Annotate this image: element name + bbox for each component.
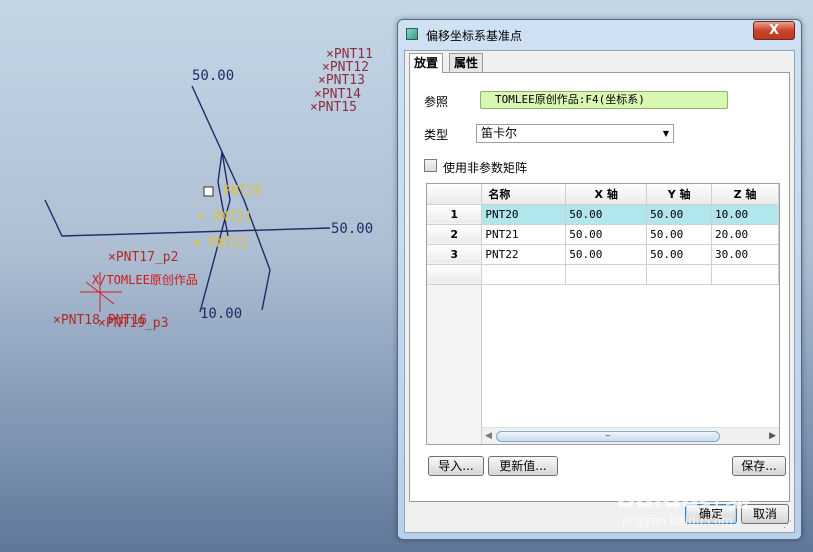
row-index-empty[interactable] [427, 264, 483, 285]
dimension-label[interactable]: 10.00 [200, 307, 242, 321]
table-header-row: 名称 X 轴 Y 轴 Z 轴 [427, 184, 779, 205]
annotation-label: X/TOMLEE原创作品 [92, 273, 198, 287]
datum-point-label[interactable]: ×PNT13 [318, 74, 365, 87]
scroll-right-icon[interactable]: ▶ [769, 431, 776, 441]
dimension-label[interactable]: 50.00 [192, 69, 234, 83]
dialog-title: 偏移坐标系基准点 [426, 29, 523, 43]
chevron-down-icon: ▼ [662, 129, 669, 138]
row-header-filler [427, 285, 482, 444]
offset-csys-datum-point-dialog: 偏移坐标系基准点 X 放置 属性 参照 TOMLEE原创作品:F4(坐标系) 类… [397, 19, 802, 540]
dialog-titlebar[interactable]: 偏移坐标系基准点 X [398, 20, 801, 48]
cell-x[interactable]: 50.00 [565, 224, 648, 245]
cell-empty[interactable] [481, 264, 567, 285]
type-label: 类型 [424, 128, 449, 142]
cell-x[interactable]: 50.00 [565, 244, 648, 265]
type-dropdown[interactable]: 笛卡尔 ▼ [476, 124, 674, 143]
scrollbar-thumb[interactable]: ┅ [496, 431, 720, 442]
cell-name[interactable]: PNT20 [481, 204, 567, 225]
cell-name[interactable]: PNT22 [481, 244, 567, 265]
cell-y[interactable]: 50.00 [646, 204, 713, 225]
cell-empty[interactable] [565, 264, 648, 285]
points-table: 名称 X 轴 Y 轴 Z 轴 1 PNT20 50.00 50.00 10.00 [426, 183, 780, 445]
cell-empty[interactable] [711, 264, 779, 285]
watermark-logo: Baidu经验 [616, 484, 752, 514]
nonparam-matrix-checkbox[interactable] [424, 159, 437, 172]
import-button[interactable]: 导入... [428, 456, 484, 476]
update-values-button[interactable]: 更新值... [488, 456, 558, 476]
resize-grip-icon[interactable]: ⋰ [783, 520, 792, 530]
cell-name[interactable]: PNT21 [481, 224, 567, 245]
horizontal-scrollbar[interactable]: ◀ ┅ ▶ [482, 427, 779, 444]
save-button[interactable]: 保存... [732, 456, 786, 476]
cell-z[interactable]: 10.00 [711, 204, 779, 225]
axis-line-left [44, 199, 331, 237]
cell-empty[interactable] [646, 264, 713, 285]
column-header-y[interactable]: Y 轴 [646, 184, 713, 205]
app-icon [406, 28, 418, 40]
corner-header [427, 184, 483, 205]
datum-point-label[interactable]: ×PNT17_p2 [108, 251, 178, 264]
column-header-z[interactable]: Z 轴 [711, 184, 779, 205]
dimension-label[interactable]: 50.00 [331, 222, 373, 236]
row-index[interactable]: 2 [427, 224, 483, 245]
cell-x[interactable]: 50.00 [565, 204, 648, 225]
table-row-empty[interactable] [427, 264, 779, 285]
row-index[interactable]: 3 [427, 244, 483, 265]
close-button[interactable]: X [753, 21, 795, 40]
datum-point-label[interactable]: × PNT22 [193, 237, 248, 250]
scroll-left-icon[interactable]: ◀ [485, 431, 492, 441]
table-row[interactable]: 2 PNT21 50.00 50.00 20.00 [427, 224, 779, 245]
datum-point-label[interactable]: ×PNT19_p3 [98, 317, 168, 330]
datum-point-label[interactable]: ×PNT15 [310, 101, 357, 114]
column-header-x[interactable]: X 轴 [565, 184, 648, 205]
cell-y[interactable]: 50.00 [646, 244, 713, 265]
datum-point-label[interactable]: × PNT21 [197, 211, 252, 224]
type-dropdown-value: 笛卡尔 [481, 126, 518, 140]
reference-label: 参照 [424, 95, 449, 109]
table-row[interactable]: 3 PNT22 50.00 50.00 30.00 [427, 244, 779, 265]
axis-line-right-drop [261, 269, 271, 311]
cell-z[interactable]: 30.00 [711, 244, 779, 265]
watermark-url: jingyan.baidu.com [622, 514, 733, 528]
cell-z[interactable]: 20.00 [711, 224, 779, 245]
tab-placement[interactable]: 放置 [409, 53, 444, 73]
table-row[interactable]: 1 PNT20 50.00 50.00 10.00 [427, 204, 779, 225]
selected-point-marker [203, 186, 214, 197]
tab-properties[interactable]: 属性 [449, 53, 484, 72]
cell-y[interactable]: 50.00 [646, 224, 713, 245]
reference-collector[interactable]: TOMLEE原创作品:F4(坐标系) [480, 91, 728, 109]
points-grid: 名称 X 轴 Y 轴 Z 轴 1 PNT20 50.00 50.00 10.00 [427, 184, 779, 285]
column-header-name[interactable]: 名称 [481, 184, 567, 205]
selected-point-label[interactable]: PNT20 [223, 185, 262, 198]
placement-panel: 参照 TOMLEE原创作品:F4(坐标系) 类型 笛卡尔 ▼ 使用非参数矩阵 名… [409, 72, 790, 502]
row-index[interactable]: 1 [427, 204, 483, 225]
dialog-client: 放置 属性 参照 TOMLEE原创作品:F4(坐标系) 类型 笛卡尔 ▼ 使用非… [404, 50, 795, 533]
nonparam-matrix-label: 使用非参数矩阵 [443, 161, 528, 175]
